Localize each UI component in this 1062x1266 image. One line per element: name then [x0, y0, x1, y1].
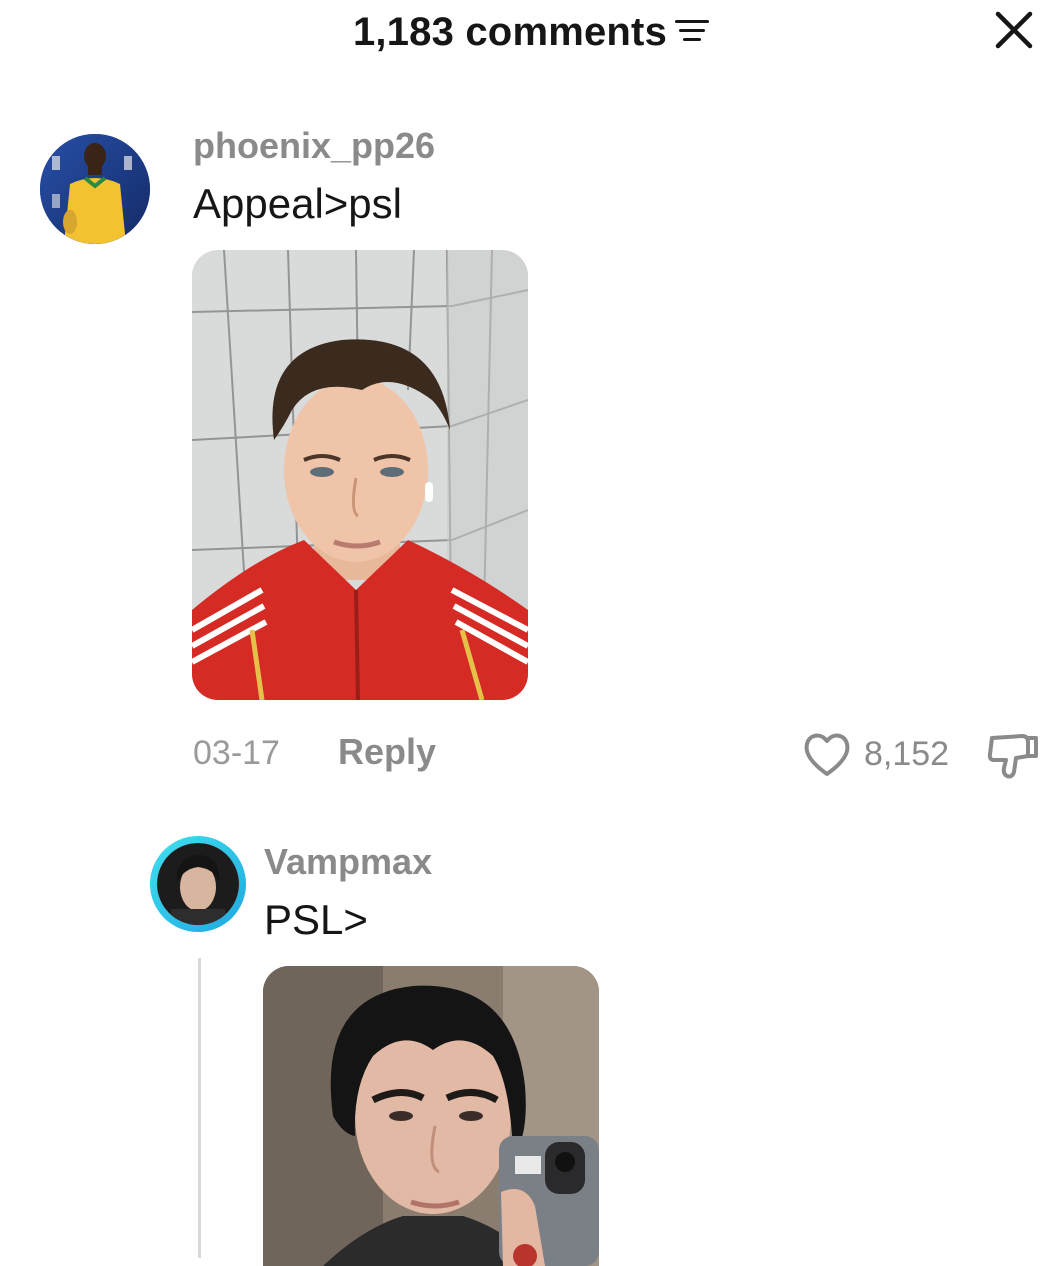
comment-username[interactable]: phoenix_pp26	[193, 126, 435, 166]
thread-line	[198, 958, 201, 1258]
dislike-icon[interactable]	[986, 730, 1040, 782]
heart-icon[interactable]	[802, 730, 852, 778]
reply-photo[interactable]	[263, 966, 599, 1266]
comment-photo[interactable]	[192, 250, 528, 700]
avatar[interactable]	[40, 134, 150, 244]
reply-avatar-ring[interactable]	[150, 836, 246, 932]
like-count: 8,152	[864, 735, 950, 773]
comment-text: Appeal>psl	[193, 180, 402, 227]
comment-date: 03-17	[193, 734, 280, 772]
sort-lines-icon[interactable]	[675, 18, 710, 44]
reply-button[interactable]: Reply	[338, 732, 436, 772]
photo-selfie-mirror-phone-icon	[263, 966, 599, 1266]
reply-text: PSL>	[264, 896, 368, 943]
reply-username[interactable]: Vampmax	[264, 842, 432, 882]
photo-selfie-red-jacket-icon	[192, 250, 528, 700]
comments-header: 1,183 comments	[0, 6, 1062, 58]
comment-count-title: 1,183 comments	[352, 10, 668, 54]
avatar-soccer-player-icon	[40, 134, 150, 244]
avatar-profile-face-icon	[157, 843, 239, 925]
close-icon[interactable]	[990, 6, 1038, 54]
